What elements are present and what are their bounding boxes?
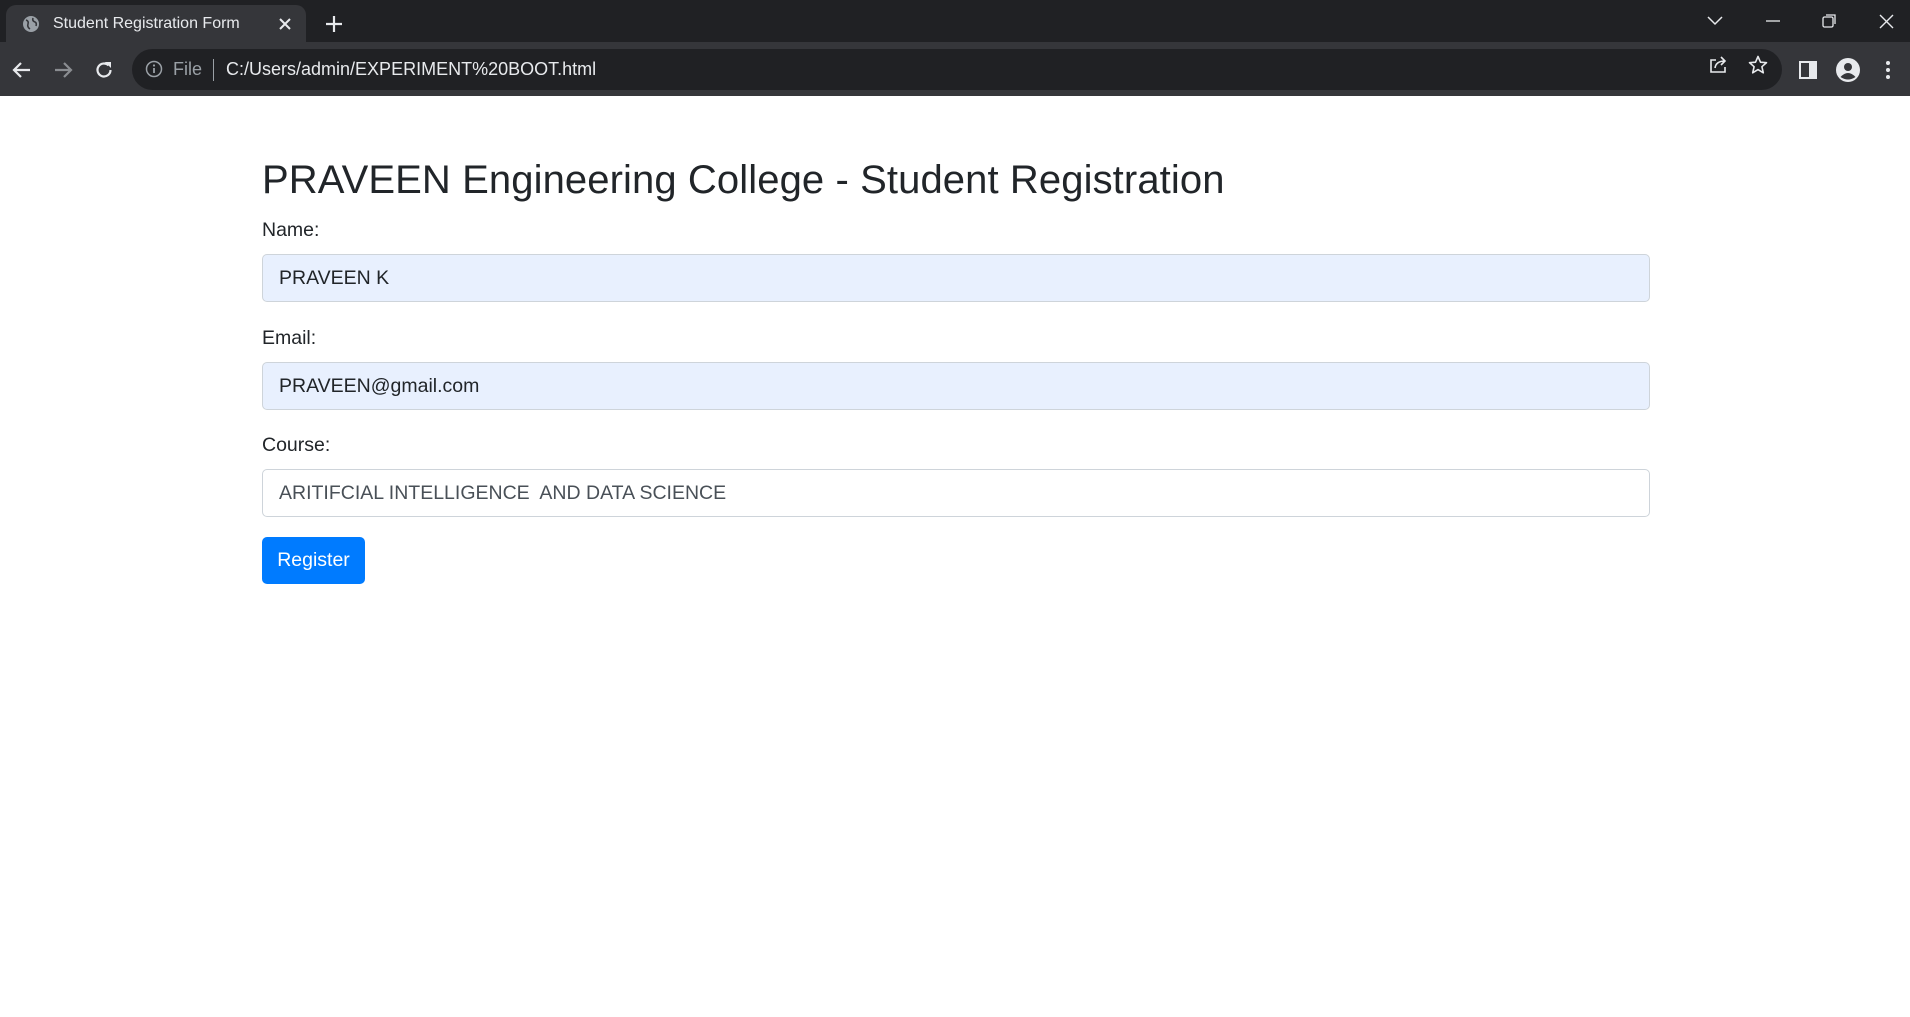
- tab-title: Student Registration Form: [53, 14, 240, 32]
- url-text[interactable]: C:/Users/admin/EXPERIMENT%20BOOT.html: [226, 59, 596, 80]
- register-button[interactable]: Register: [262, 537, 365, 584]
- plus-icon[interactable]: [320, 10, 348, 38]
- more-vert-icon[interactable]: [1872, 54, 1904, 86]
- email-input[interactable]: [262, 362, 1650, 410]
- close-icon[interactable]: [274, 13, 296, 35]
- browser-toolbar: File C:/Users/admin/EXPERIMENT%20BOOT.ht…: [0, 42, 1910, 96]
- tab-strip: Student Registration Form: [0, 0, 1910, 42]
- browser-tab[interactable]: Student Registration Form: [6, 5, 306, 42]
- globe-icon: [22, 15, 40, 33]
- profile-icon[interactable]: [1832, 54, 1864, 86]
- page-title: PRAVEEN Engineering College - Student Re…: [262, 158, 1225, 202]
- close-icon[interactable]: [1863, 6, 1909, 36]
- address-bar[interactable]: File C:/Users/admin/EXPERIMENT%20BOOT.ht…: [132, 49, 1782, 90]
- name-label: Name:: [262, 219, 320, 241]
- minimize-icon[interactable]: [1750, 6, 1796, 36]
- side-panel-icon[interactable]: [1792, 54, 1824, 86]
- name-input[interactable]: [262, 254, 1650, 302]
- url-scheme-label: File: [173, 59, 203, 79]
- chevron-down-icon[interactable]: [1692, 6, 1738, 36]
- info-icon[interactable]: [145, 60, 165, 80]
- url-separator: [213, 58, 215, 81]
- star-icon[interactable]: [1744, 51, 1772, 79]
- reload-icon[interactable]: [88, 54, 120, 86]
- email-label: Email:: [262, 327, 317, 349]
- course-label: Course:: [262, 434, 331, 456]
- course-input[interactable]: [262, 469, 1650, 517]
- restore-icon[interactable]: [1806, 6, 1852, 36]
- back-icon[interactable]: [6, 54, 38, 86]
- share-icon[interactable]: [1704, 51, 1732, 79]
- forward-icon[interactable]: [47, 54, 79, 86]
